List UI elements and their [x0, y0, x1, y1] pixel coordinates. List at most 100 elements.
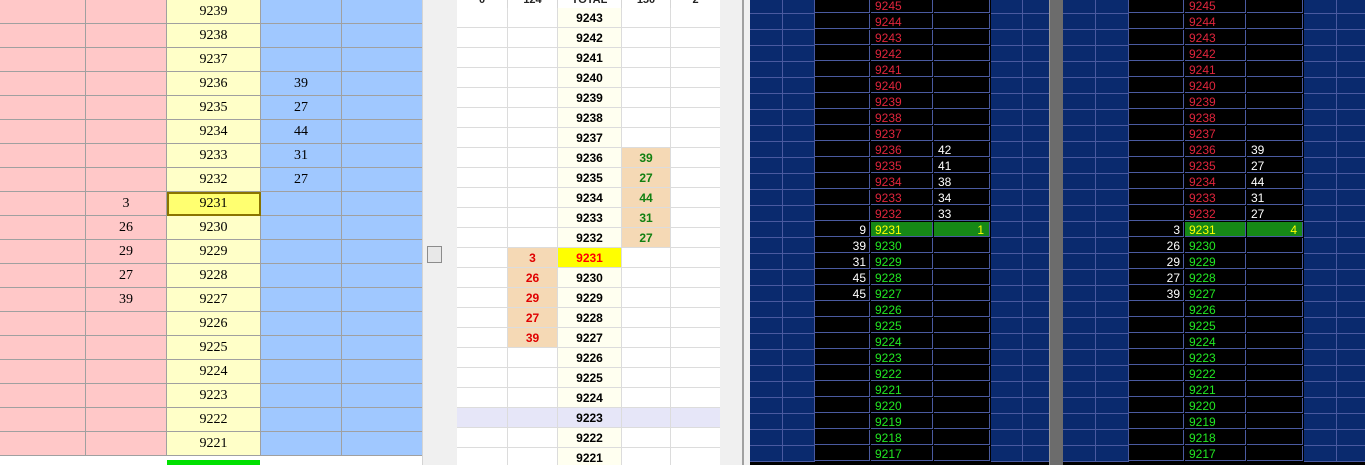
table-row[interactable]: 9233 31	[1063, 190, 1365, 206]
bid-order-cell[interactable]	[0, 408, 86, 432]
ask-qty-cell[interactable]	[1247, 366, 1303, 381]
price-cell[interactable]: 9238	[871, 110, 933, 125]
order-cell[interactable]	[1337, 222, 1365, 238]
ask-qty-cell[interactable]	[934, 0, 990, 13]
price-cell[interactable]: 9217	[871, 446, 933, 461]
order-cell[interactable]	[1023, 46, 1049, 62]
order-cell[interactable]	[457, 408, 508, 428]
table-row[interactable]: 3 9231 4	[1063, 222, 1365, 238]
order-cell[interactable]	[1096, 46, 1129, 62]
order-cell[interactable]	[1063, 0, 1096, 14]
bid-qty-cell[interactable]	[815, 366, 870, 381]
order-cell[interactable]	[783, 126, 815, 142]
table-row[interactable]: 9224	[0, 360, 422, 384]
order-cell[interactable]	[1063, 366, 1096, 382]
ask-qty-cell[interactable]	[622, 128, 671, 148]
ask-qty-cell[interactable]	[261, 48, 342, 72]
order-cell[interactable]	[1096, 94, 1129, 110]
order-cell[interactable]	[1096, 366, 1129, 382]
order-cell[interactable]	[783, 270, 815, 286]
table-row[interactable]: 9236 39	[0, 72, 422, 96]
order-cell[interactable]	[750, 62, 783, 78]
price-cell[interactable]: 9241	[558, 48, 622, 68]
order-cell[interactable]	[1023, 366, 1049, 382]
price-cell[interactable]: 9238	[1185, 110, 1246, 125]
ask-qty-cell[interactable]: 44	[261, 120, 342, 144]
order-cell[interactable]	[750, 174, 783, 190]
ask-qty-cell[interactable]	[1247, 430, 1303, 445]
ask-qty-cell[interactable]	[1247, 334, 1303, 349]
order-cell[interactable]	[1337, 414, 1365, 430]
bid-qty-cell[interactable]	[815, 46, 870, 61]
table-row[interactable]: 9241	[750, 62, 1049, 78]
order-cell[interactable]	[1337, 270, 1365, 286]
order-cell[interactable]	[750, 206, 783, 222]
order-cell[interactable]	[1337, 174, 1365, 190]
table-row[interactable]: 26 9230	[0, 216, 422, 240]
ask-qty-cell[interactable]	[934, 254, 990, 269]
order-cell[interactable]	[750, 446, 783, 462]
ask-qty-cell[interactable]	[261, 336, 342, 360]
table-row[interactable]: 9233 31	[0, 144, 422, 168]
price-cell[interactable]: 9242	[871, 46, 933, 61]
price-cell[interactable]: 9220	[871, 398, 933, 413]
table-row[interactable]: 9238	[1063, 110, 1365, 126]
order-cell[interactable]	[1023, 254, 1049, 270]
price-cell[interactable]: 9230	[871, 238, 933, 253]
bid-qty-cell[interactable]	[508, 228, 558, 248]
bid-qty-cell[interactable]	[1129, 78, 1184, 93]
table-row[interactable]: 9235 27	[0, 96, 422, 120]
order-cell[interactable]	[1337, 334, 1365, 350]
price-cell[interactable]: 9223	[167, 384, 261, 408]
bid-order-cell[interactable]	[0, 24, 86, 48]
ask-qty-cell[interactable]	[261, 384, 342, 408]
ask-order-cell[interactable]	[342, 120, 422, 144]
ask-order-cell[interactable]	[342, 384, 422, 408]
order-cell[interactable]	[991, 366, 1023, 382]
price-cell[interactable]: 9240	[558, 68, 622, 88]
order-cell[interactable]	[671, 28, 720, 48]
order-cell[interactable]	[1023, 350, 1049, 366]
order-cell[interactable]	[1023, 94, 1049, 110]
panel-splitter[interactable]	[422, 0, 458, 465]
ask-qty-cell[interactable]	[934, 238, 990, 253]
bid-order-cell[interactable]	[0, 432, 86, 456]
ask-order-cell[interactable]	[342, 312, 422, 336]
price-cell[interactable]: 9237	[1185, 126, 1246, 141]
order-cell[interactable]	[1063, 174, 1096, 190]
ask-qty-cell[interactable]: 44	[622, 188, 671, 208]
ask-qty-cell[interactable]	[1247, 302, 1303, 317]
bid-qty-cell[interactable]	[1129, 46, 1184, 61]
order-cell[interactable]	[783, 302, 815, 318]
price-cell[interactable]: 9234	[1185, 174, 1246, 189]
table-row[interactable]: 9235 27	[457, 168, 720, 188]
ask-qty-cell[interactable]	[934, 78, 990, 93]
bid-qty-cell[interactable]	[815, 94, 870, 109]
bid-qty-cell[interactable]: 39	[508, 328, 558, 348]
price-cell[interactable]: 9231	[871, 222, 933, 237]
order-cell[interactable]	[991, 78, 1023, 94]
table-row[interactable]: 9221	[750, 382, 1049, 398]
table-row[interactable]: 9218	[750, 430, 1049, 446]
order-cell[interactable]	[1304, 30, 1337, 46]
order-cell[interactable]	[991, 302, 1023, 318]
order-cell[interactable]	[750, 430, 783, 446]
ask-qty-cell[interactable]	[261, 288, 342, 312]
ask-order-cell[interactable]	[342, 48, 422, 72]
price-cell[interactable]: 9242	[1185, 46, 1246, 61]
order-cell[interactable]	[783, 94, 815, 110]
table-row[interactable]: 26 9230	[457, 268, 720, 288]
price-cell[interactable]: 9227	[1185, 286, 1246, 301]
bid-qty-cell[interactable]	[508, 448, 558, 465]
table-row[interactable]: 9218	[1063, 430, 1365, 446]
order-cell[interactable]	[750, 30, 783, 46]
order-cell[interactable]	[991, 46, 1023, 62]
order-cell[interactable]	[750, 158, 783, 174]
bid-qty-cell[interactable]	[508, 368, 558, 388]
ask-qty-cell[interactable]: 31	[622, 208, 671, 228]
bid-qty-cell[interactable]	[815, 190, 870, 205]
ask-qty-cell[interactable]	[1247, 238, 1303, 253]
bid-order-cell[interactable]	[0, 0, 86, 24]
order-cell[interactable]	[1304, 318, 1337, 334]
ask-qty-cell[interactable]: 39	[261, 72, 342, 96]
